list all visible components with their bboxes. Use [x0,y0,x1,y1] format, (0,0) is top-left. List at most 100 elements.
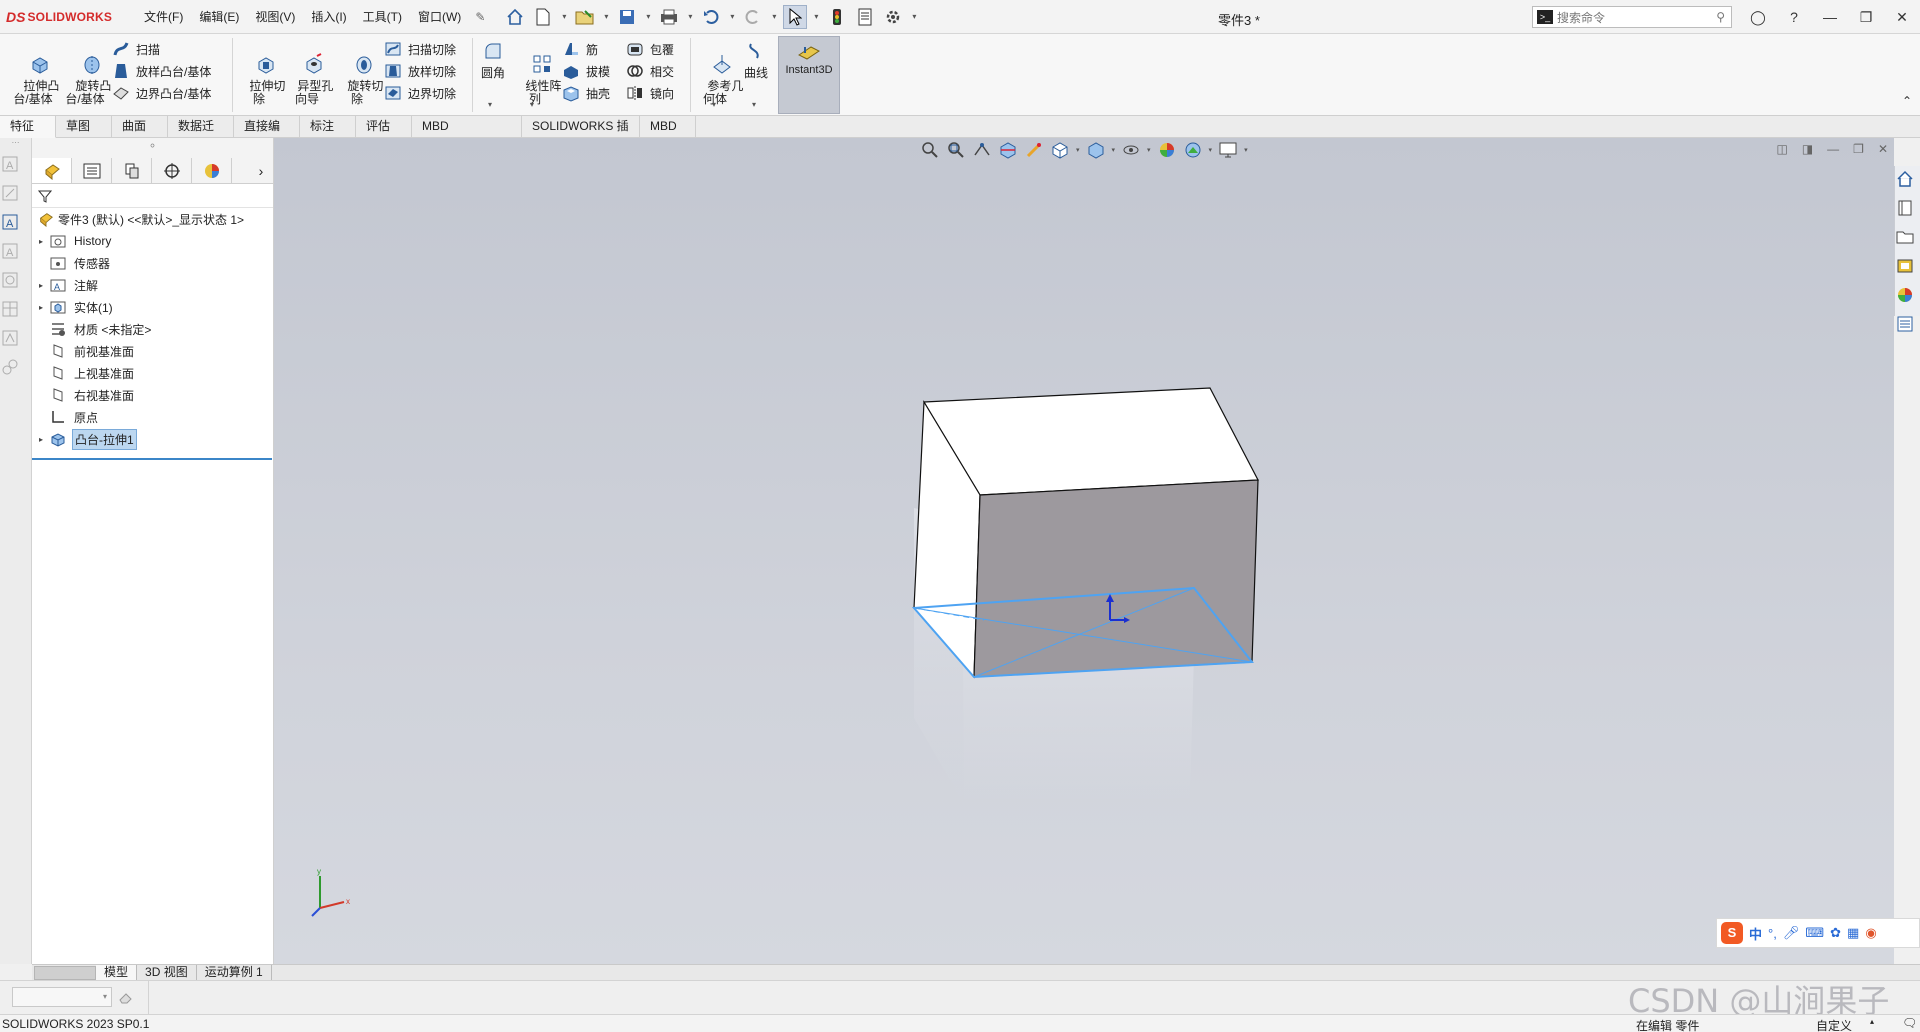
tab-property-manager[interactable] [72,158,112,183]
open-folder-icon[interactable] [573,5,597,29]
appearances-icon[interactable] [1895,285,1915,305]
tab-mbd-dimensions[interactable]: MBD Dimensions [412,116,522,154]
box-front-face[interactable] [973,479,1259,678]
keyboard-icon[interactable]: ⌨︎ [1805,925,1824,941]
expand-chevron-icon[interactable]: ▸ [32,435,50,444]
ime-toolbar[interactable]: S 中 °, 🎤︎ ⌨︎ ✿ ▦ ◉ [1716,918,1920,948]
rib-button[interactable]: 筋 [562,38,598,60]
note-tool-icon[interactable]: A [0,241,20,261]
dimension-tool-icon[interactable] [0,183,20,203]
zoom-to-fit-icon[interactable] [920,140,940,160]
tab-3d-views[interactable]: 3D 视图 [137,965,197,980]
rollback-bar[interactable] [32,458,272,460]
new-document-icon[interactable] [531,5,555,29]
eraser-icon[interactable] [118,989,134,1005]
tab-mbd[interactable]: MBD [640,116,696,138]
hide-show-dropdown-icon[interactable]: ▾ [1147,146,1151,154]
pattern-dropdown-icon[interactable]: ▾ [530,100,534,109]
custom-properties-icon[interactable] [1895,314,1915,334]
annotation-tool-icon[interactable]: A [0,212,20,232]
sketch-tool-icon[interactable]: A [0,154,20,174]
sogou-logo-icon[interactable]: S [1721,922,1743,944]
home-icon[interactable] [503,5,527,29]
ime-language-toggle[interactable]: 中 [1749,924,1762,943]
link-tool-icon[interactable] [0,357,20,377]
menu-tools[interactable]: 工具(T) [355,0,410,34]
tab-surfaces[interactable]: 曲面 [112,116,168,138]
file-explorer-icon[interactable] [1895,227,1915,247]
viewport-close-icon[interactable]: ✕ [1878,142,1888,156]
tab-feature-tree[interactable] [32,158,72,183]
balloon-tool-icon[interactable] [0,270,20,290]
tree-item-top-plane[interactable]: 上视基准面 [32,362,273,384]
tree-item-solid-bodies[interactable]: ▸ 实体(1) [32,296,273,318]
loft-button[interactable]: 放样凸台/基体 [112,60,211,82]
new-dropdown-icon[interactable]: ▾ [559,12,569,21]
part-model-box[interactable] [814,358,1334,818]
tree-item-boss-extrude1[interactable]: ▸ 凸台-拉伸1 [32,428,273,450]
print-dropdown-icon[interactable]: ▾ [685,12,695,21]
boundary-cut-button[interactable]: 边界切除 [384,82,456,104]
select-dropdown-icon[interactable]: ▾ [811,12,821,21]
section-view-icon[interactable] [998,140,1018,160]
help-icon[interactable]: ? [1776,9,1812,25]
tab-sketch[interactable]: 草图 [56,116,112,138]
tree-filter[interactable] [32,184,273,208]
draft-button[interactable]: 拔模 [562,60,610,82]
rebuild-traffic-light-icon[interactable] [825,5,849,29]
datum-tool-icon[interactable] [0,328,20,348]
graphics-area[interactable]: ▾ ▾ ▾ ▾ ▾ ◫ ◨ — ❐ ✕ y x [274,138,1894,964]
menu-view[interactable]: 视图(V) [247,0,303,34]
search-command-box[interactable]: >_ 搜索命令 ⚲ [1532,6,1732,28]
tab-direct-editing[interactable]: 直接编辑 [234,116,300,154]
select-pointer-icon[interactable] [783,4,808,29]
fillet-button[interactable]: 圆角 [476,40,510,80]
units-combo[interactable]: ▾ [12,987,112,1007]
tab-configuration-manager[interactable] [112,158,152,183]
panel-grip-icon[interactable]: ⸰ [32,138,273,158]
view-settings-dropdown-icon[interactable]: ▾ [1244,146,1248,154]
tab-features[interactable]: 特征 [0,116,56,138]
customize-button[interactable]: 自定义 [1816,1017,1852,1032]
ref-geometry-dropdown-icon[interactable]: ▾ [712,100,716,109]
account-icon[interactable]: ◯ [1740,9,1776,26]
solidworks-logo[interactable]: DS SOLIDWORKS [0,9,136,25]
scene-dropdown-icon[interactable]: ▾ [1209,146,1213,154]
tab-data-migration[interactable]: 数据迁移 [168,116,234,154]
viewport-tile-right-icon[interactable]: ◨ [1802,142,1813,156]
previous-view-icon[interactable] [972,140,992,160]
shell-button[interactable]: 抽壳 [562,82,610,104]
tree-item-annotations[interactable]: ▸ A 注解 [32,274,273,296]
redo-dropdown-icon[interactable]: ▾ [769,12,779,21]
ime-menu-icon[interactable]: ◉ [1865,925,1876,941]
menu-edit[interactable]: 编辑(E) [191,0,247,34]
curves-dropdown-icon[interactable]: ▾ [752,100,756,109]
menu-window[interactable]: 窗口(W) [410,0,469,34]
tab-markup[interactable]: 标注 [300,116,356,138]
revolve-boss-button[interactable]: 旋转凸 台/基体 [62,40,111,119]
tab-motion-study[interactable]: 运动算例 1 [197,965,272,980]
viewport-restore-icon[interactable]: ❐ [1853,142,1864,156]
apply-scene-icon[interactable] [1183,140,1203,160]
redo-icon[interactable] [741,5,765,29]
extrude-boss-button[interactable]: 拉伸凸 台/基体 [10,40,59,119]
reference-triad[interactable]: y x [304,864,364,924]
tab-evaluate[interactable]: 评估 [356,116,412,138]
tree-item-front-plane[interactable]: 前视基准面 [32,340,273,362]
filter-icon[interactable] [38,189,52,203]
mirror-button[interactable]: 镜向 [626,82,674,104]
collapse-ribbon-icon[interactable]: ⌃ [1902,94,1912,108]
tree-item-right-plane[interactable]: 右视基准面 [32,384,273,406]
tree-item-history[interactable]: ▸ History [32,230,273,252]
curves-button[interactable]: 曲线 [738,40,774,80]
viewport-minimize-icon[interactable]: — [1827,142,1839,156]
restore-icon[interactable]: ❐ [1848,9,1884,26]
undo-dropdown-icon[interactable]: ▾ [727,12,737,21]
intersect-button[interactable]: 相交 [626,60,674,82]
loft-cut-button[interactable]: 放样切除 [384,60,456,82]
design-library-icon[interactable] [1895,198,1915,218]
table-tool-icon[interactable] [0,299,20,319]
viewport-tile-left-icon[interactable]: ◫ [1776,142,1787,156]
options-gear-icon[interactable] [881,5,905,29]
hide-show-items-icon[interactable] [1121,140,1141,160]
